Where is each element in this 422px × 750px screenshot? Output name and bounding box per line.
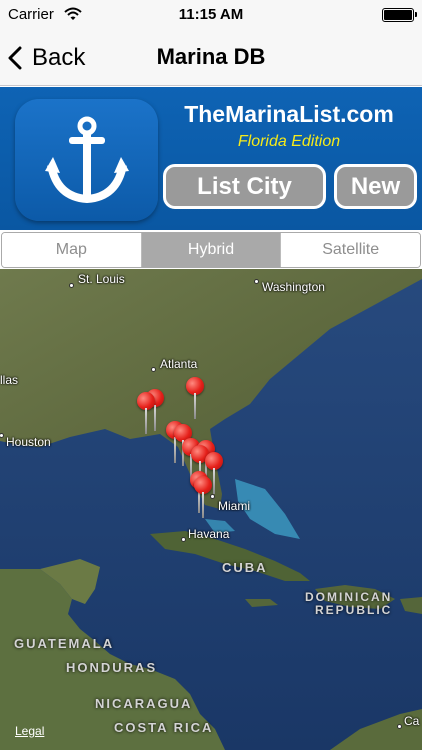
clock: 11:15 AM [178, 6, 244, 23]
city-dot [397, 724, 402, 729]
city-dot [151, 367, 156, 372]
marina-pin[interactable] [186, 377, 206, 419]
city-label-ca: Ca [404, 714, 420, 728]
city-label-llas: llas [0, 373, 19, 387]
map-view[interactable]: St. Louis Washington Atlanta llas Housto… [0, 269, 422, 750]
segment-satellite[interactable]: Satellite [281, 233, 420, 267]
country-label-costa-rica: COSTA RICA [114, 720, 214, 735]
city-dot [181, 537, 186, 542]
city-label-havana: Havana [188, 527, 230, 541]
country-label-nicaragua: NICARAGUA [95, 696, 193, 711]
marina-pin[interactable] [194, 476, 214, 518]
page-title: Marina DB [156, 44, 266, 69]
country-label-dominican: DOMINICAN [305, 590, 393, 604]
segment-map[interactable]: Map [2, 233, 142, 267]
map-type-segmented-control: Map Hybrid Satellite [0, 231, 422, 269]
anchor-icon [45, 116, 129, 204]
city-dot [254, 279, 259, 284]
country-label-guatemala: GUATEMALA [14, 636, 115, 651]
battery-icon [382, 8, 417, 22]
site-name: TheMarinaList.com [184, 101, 394, 127]
marina-pin[interactable] [137, 392, 157, 434]
city-label-atlanta: Atlanta [160, 357, 198, 371]
list-city-button[interactable]: List City [163, 164, 326, 209]
navigation-bar: Back Marina DB [0, 30, 422, 86]
status-bar: Carrier 11:15 AM [0, 0, 422, 30]
legal-link[interactable]: Legal [15, 724, 44, 738]
app-logo [15, 99, 158, 221]
country-label-cuba: CUBA [222, 560, 268, 575]
new-button[interactable]: New [334, 164, 417, 209]
country-label-republic: REPUBLIC [315, 603, 393, 617]
country-label-honduras: HONDURAS [66, 660, 158, 675]
city-label-miami: Miami [218, 499, 250, 513]
city-dot [69, 283, 74, 288]
city-label-st-louis: St. Louis [78, 272, 125, 286]
segment-hybrid[interactable]: Hybrid [141, 233, 282, 267]
edition-label: Florida Edition [237, 133, 341, 150]
app-banner: TheMarinaList.com Florida Edition List C… [0, 87, 422, 230]
city-label-houston: Houston [6, 435, 51, 449]
city-label-washington: Washington [262, 280, 325, 294]
